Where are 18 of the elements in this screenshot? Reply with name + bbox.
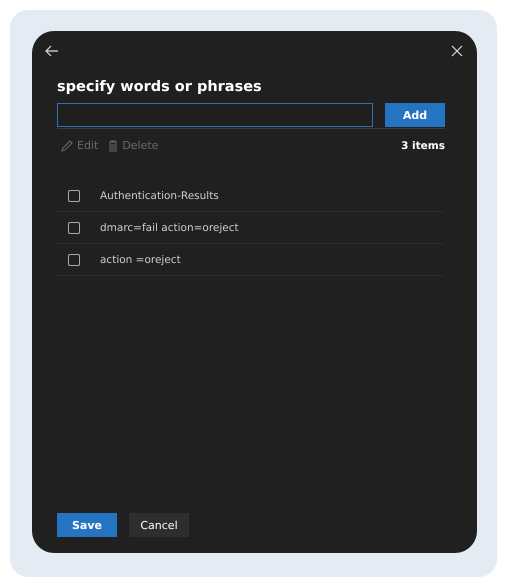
close-button[interactable] (449, 43, 465, 59)
save-button[interactable]: Save (57, 513, 117, 537)
trash-icon (108, 140, 118, 152)
back-button[interactable] (43, 43, 61, 59)
back-arrow-icon (45, 45, 59, 57)
close-icon (451, 45, 463, 57)
item-text: action =oreject (100, 254, 181, 266)
item-count: 3 items (401, 140, 445, 152)
pencil-icon (61, 140, 73, 152)
checkbox[interactable] (68, 190, 80, 202)
input-field[interactable] (57, 103, 373, 127)
checkbox[interactable] (68, 222, 80, 234)
item-text: Authentication-Results (100, 190, 219, 202)
checkbox[interactable] (68, 254, 80, 266)
item-text: dmarc=fail action=oreject (100, 222, 239, 234)
cancel-button[interactable]: Cancel (129, 513, 189, 537)
add-button[interactable]: Add (385, 103, 445, 127)
dialog-title: specify words or phrases (57, 79, 263, 95)
